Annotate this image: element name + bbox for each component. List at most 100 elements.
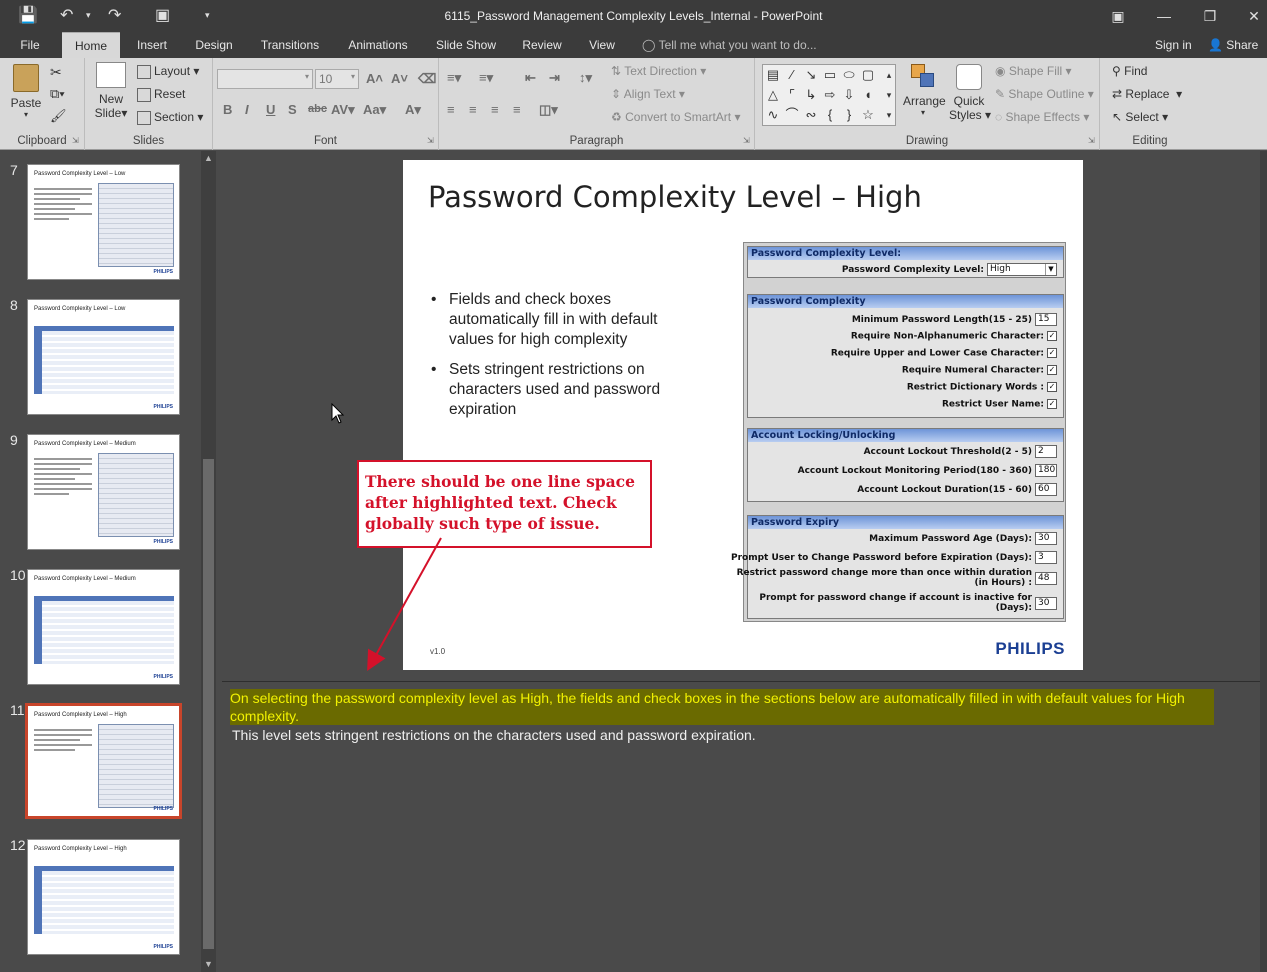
slide-thumbnails-pane[interactable]: 7 Password Complexity Level – Low PHILIP…	[0, 151, 218, 972]
italic-button[interactable]: I	[245, 102, 249, 117]
shrink-font-icon[interactable]: A˅	[391, 71, 408, 86]
scroll-down-icon[interactable]: ▼	[201, 957, 216, 971]
rounded-rectangle-shape-icon[interactable]: ▢	[861, 68, 875, 82]
slide-thumbnail[interactable]: Password Complexity Level – High PHILIPS	[27, 839, 180, 955]
align-text-button[interactable]: ⇕ Align Text ▾	[611, 87, 685, 101]
customize-toolbar-icon[interactable]: ▾	[205, 10, 210, 21]
arrange-button[interactable]: Arrange ▾	[903, 64, 946, 117]
section-button[interactable]: Section ▾	[137, 110, 203, 125]
grow-font-icon[interactable]: A˄	[366, 71, 383, 86]
shape-effects-button[interactable]: ◌ Shape Effects ▾	[995, 110, 1089, 124]
elbow-arrow-icon[interactable]: ↳	[804, 88, 818, 102]
undo-dropdown-icon[interactable]: ▾	[86, 10, 91, 21]
tab-view[interactable]: View	[580, 32, 624, 58]
font-size-combo[interactable]: 10 ▾	[315, 69, 359, 89]
bold-button[interactable]: B	[223, 102, 232, 117]
star-shape-icon[interactable]: ☆	[861, 108, 875, 122]
sign-in-link[interactable]: Sign in	[1155, 32, 1192, 58]
change-case-icon[interactable]: Aa▾	[363, 102, 386, 118]
shape-fill-button[interactable]: ◉ Shape Fill ▾	[995, 64, 1072, 78]
align-right-icon[interactable]: ≡	[491, 102, 499, 117]
tab-design[interactable]: Design	[186, 32, 242, 58]
settings-dialog-image[interactable]: Password Complexity Level: Password Comp…	[731, 242, 1066, 622]
tab-animations[interactable]: Animations	[340, 32, 416, 58]
justify-icon[interactable]: ≡	[513, 102, 521, 117]
tell-me-search[interactable]: ◯ Tell me what you want to do...	[642, 32, 817, 58]
right-arrow-shape-icon[interactable]: ⇨	[823, 88, 837, 102]
character-spacing-icon[interactable]: AV▾	[331, 102, 355, 118]
layout-button[interactable]: Layout ▾	[137, 64, 199, 79]
clear-formatting-icon[interactable]: ⌫	[418, 71, 436, 87]
notes-highlighted-text[interactable]: On selecting the password complexity lev…	[230, 689, 1214, 725]
oval-shape-icon[interactable]: ⬭	[842, 68, 856, 82]
triangle-shape-icon[interactable]: △	[766, 88, 780, 102]
shapes-scroll-up-icon[interactable]: ▴	[882, 68, 896, 82]
textbox-shape-icon[interactable]: ▤	[766, 68, 780, 82]
bullets-icon[interactable]: ≡▾	[447, 70, 461, 86]
select-button[interactable]: ↖ Select ▾	[1112, 110, 1168, 124]
cut-icon[interactable]: ✂	[50, 64, 62, 81]
new-slide-button[interactable]: New Slide▾	[91, 62, 131, 120]
format-painter-icon[interactable]: 🖌	[50, 108, 67, 124]
text-direction-button[interactable]: ⇅ Text Direction ▾	[611, 64, 706, 78]
shapes-more-icon[interactable]: ▾	[882, 108, 896, 122]
increase-indent-icon[interactable]: ⇥	[549, 70, 560, 86]
left-brace-shape-icon[interactable]: {	[823, 108, 837, 122]
tab-review[interactable]: Review	[516, 32, 568, 58]
thumbnails-scrollbar[interactable]: ▲ ▼	[201, 151, 216, 972]
columns-icon[interactable]: ◫▾	[539, 102, 558, 118]
arc-shape-icon[interactable]: ⌒	[785, 108, 799, 122]
slide-canvas[interactable]: Password Complexity Level – High Fields …	[403, 160, 1083, 670]
clipboard-launcher-icon[interactable]: ⇲	[72, 136, 79, 145]
freeform-shape-icon[interactable]: ∿	[766, 108, 780, 122]
reset-button[interactable]: Reset	[137, 87, 185, 102]
slide-thumbnail[interactable]: Password Complexity Level – Medium PHILI…	[27, 434, 180, 550]
shape-outline-button[interactable]: ✎ Shape Outline ▾	[995, 87, 1094, 101]
align-left-icon[interactable]: ≡	[447, 102, 455, 117]
restore-button[interactable]: ❐	[1190, 3, 1230, 29]
slide-thumbnail[interactable]: Password Complexity Level – Medium PHILI…	[27, 569, 180, 685]
start-from-beginning-icon[interactable]: ▣	[155, 5, 170, 25]
paste-button[interactable]: Paste ▾	[10, 64, 42, 119]
tab-slide-show[interactable]: Slide Show	[428, 32, 504, 58]
down-arrow-shape-icon[interactable]: ⇩	[842, 88, 856, 102]
numbering-icon[interactable]: ≡▾	[479, 70, 493, 86]
font-color-icon[interactable]: A▾	[405, 102, 421, 118]
line-shape-icon[interactable]: ∕	[785, 68, 799, 82]
review-comment-callout[interactable]: There should be one line space after hig…	[357, 460, 652, 548]
scrollbar-thumb[interactable]	[203, 459, 214, 949]
copy-icon[interactable]: ⧉▾	[50, 86, 65, 102]
strikethrough-button[interactable]: abc	[308, 103, 327, 115]
tab-insert[interactable]: Insert	[128, 32, 176, 58]
ribbon-display-options-icon[interactable]: ▣	[1098, 3, 1138, 29]
minimize-button[interactable]: —	[1144, 3, 1184, 29]
speaker-notes-pane[interactable]: On selecting the password complexity lev…	[222, 681, 1260, 972]
replace-button[interactable]: ⇄ Replace ▾	[1112, 87, 1182, 101]
curve-shape-icon[interactable]: ∾	[804, 108, 818, 122]
save-icon[interactable]: 💾	[18, 5, 38, 25]
slide-title[interactable]: Password Complexity Level – High	[428, 180, 922, 214]
rectangle-shape-icon[interactable]: ▭	[823, 68, 837, 82]
paragraph-launcher-icon[interactable]: ⇲	[743, 136, 750, 145]
slide-thumbnail[interactable]: Password Complexity Level – Low PHILIPS	[27, 299, 180, 415]
share-button[interactable]: 👤 Share	[1208, 32, 1258, 58]
close-button[interactable]: ✕	[1234, 3, 1267, 29]
tab-transitions[interactable]: Transitions	[252, 32, 328, 58]
font-family-combo[interactable]: ▾	[217, 69, 313, 89]
underline-button[interactable]: U	[266, 102, 275, 117]
tab-file[interactable]: File	[10, 32, 50, 58]
scroll-up-icon[interactable]: ▲	[201, 151, 216, 165]
align-center-icon[interactable]: ≡	[469, 102, 477, 117]
shapes-scroll-down-icon[interactable]: ▾	[882, 88, 896, 102]
drawing-launcher-icon[interactable]: ⇲	[1088, 136, 1095, 145]
shapes-gallery[interactable]: ▤ ∕ ↘ ▭ ⬭ ▢ △ ⌜ ↳ ⇨ ⇩ ◖ ∿ ⌒ ∾ { } ☆ ▴ ▾ …	[762, 64, 896, 126]
slide-bullets[interactable]: Fields and check boxes automatically fil…	[431, 290, 701, 430]
elbow-connector-icon[interactable]: ⌜	[785, 88, 799, 102]
line-spacing-icon[interactable]: ↕▾	[579, 70, 592, 86]
find-button[interactable]: ⚲ Find	[1112, 64, 1147, 78]
notes-text[interactable]: This level sets stringent restrictions o…	[232, 726, 756, 744]
arrow-line-shape-icon[interactable]: ↘	[804, 68, 818, 82]
quick-styles-button[interactable]: Quick Styles ▾	[949, 64, 991, 122]
slide-thumbnail-selected[interactable]: Password Complexity Level – High PHILIPS	[25, 703, 182, 819]
shadow-button[interactable]: S	[288, 102, 297, 117]
